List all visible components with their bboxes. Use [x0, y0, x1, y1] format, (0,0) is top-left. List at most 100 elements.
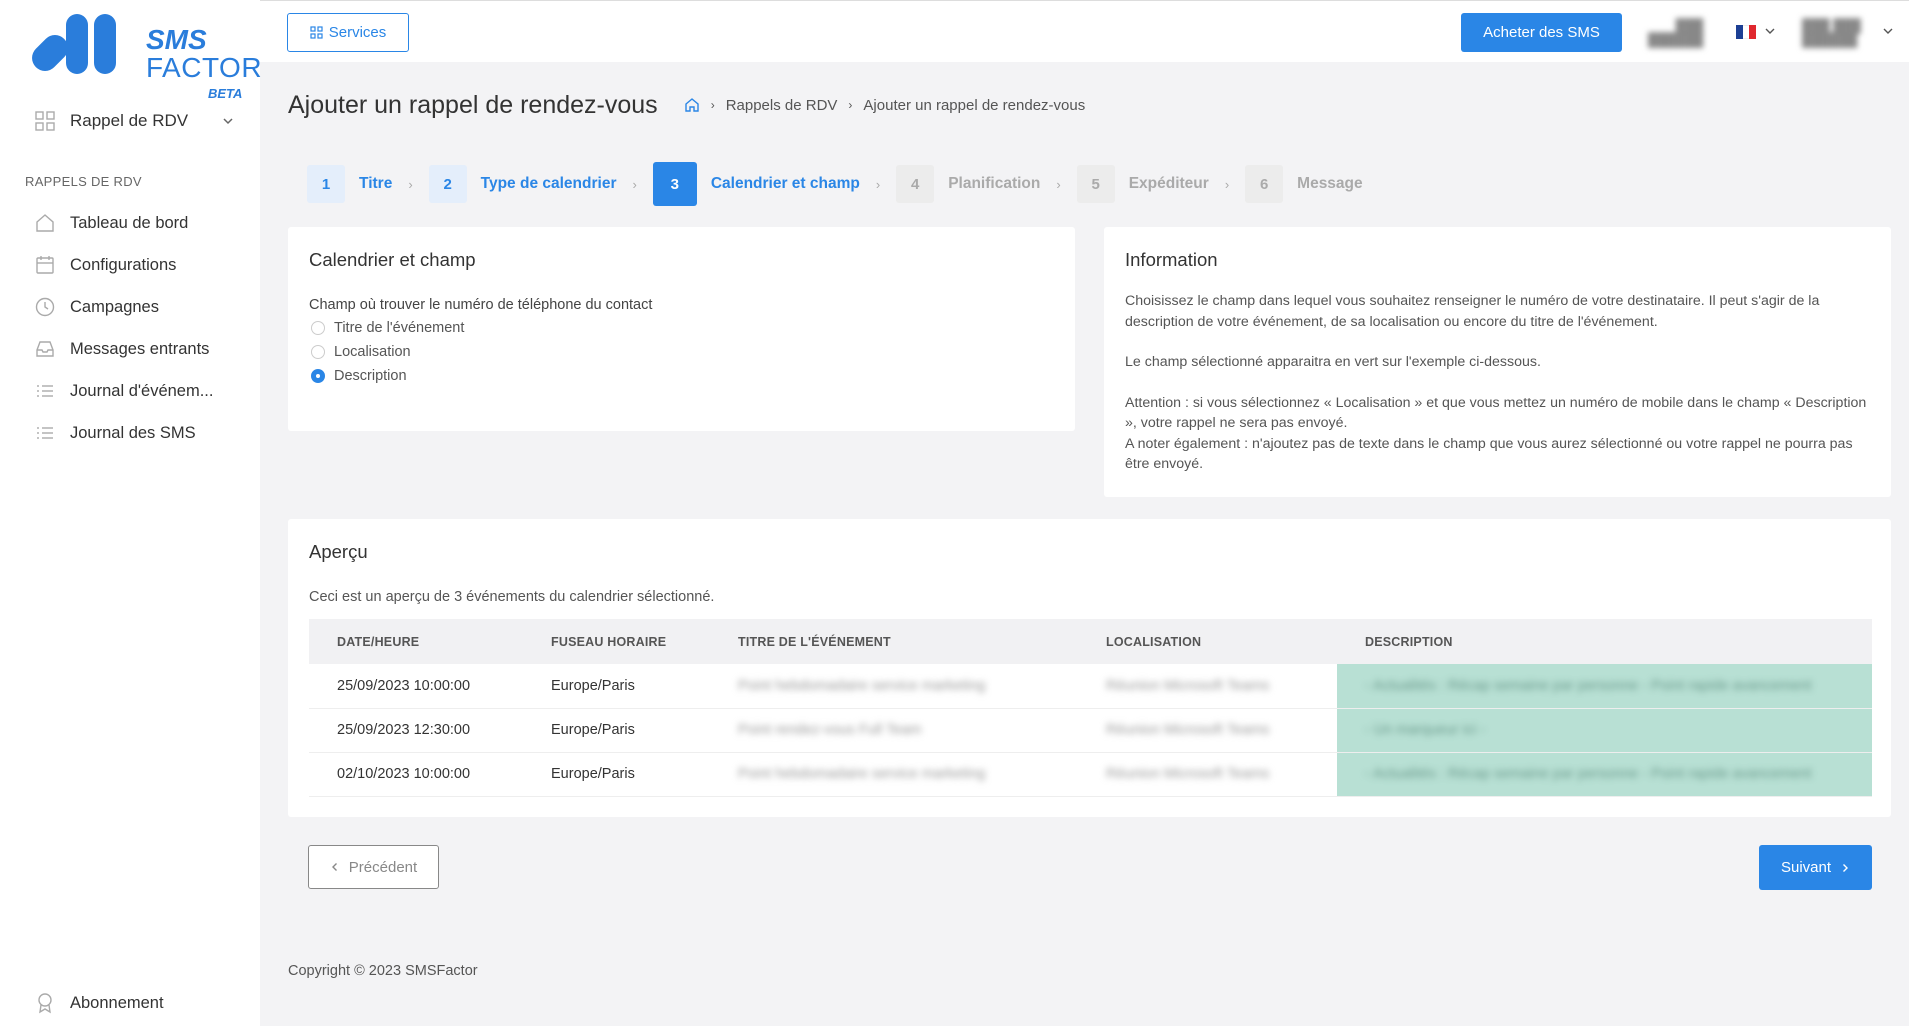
radio-option-title[interactable]: Titre de l'événement	[309, 319, 1054, 337]
chevron-left-icon	[331, 863, 337, 871]
next-button[interactable]: Suivant	[1759, 845, 1872, 890]
module-dropdown-label: Rappel de RDV	[70, 111, 189, 130]
breadcrumb-item[interactable]: Rappels de RDV	[726, 97, 838, 114]
card-title: Calendrier et champ	[309, 249, 476, 270]
buy-sms-button[interactable]: Acheter des SMS	[1461, 13, 1622, 52]
next-label: Suivant	[1780, 859, 1832, 876]
step-calendar-type[interactable]: 2 Type de calendrier	[428, 165, 616, 203]
info-paragraph: Attention : si vous sélectionnez « Local…	[1125, 394, 1867, 432]
cell-title: Point hebdomadaire service marketing	[710, 664, 1078, 709]
step-title[interactable]: 1 Titre	[307, 165, 392, 203]
chevron-right-icon: ›	[632, 176, 637, 192]
information-card: Information Choisissez le champ dans leq…	[1104, 227, 1891, 497]
cell-description-text: - Un marqueur ici -	[1365, 722, 1486, 738]
sidebar: SMS FACTOR BETA Rappel de RDV RAPPELS DE…	[0, 0, 262, 1026]
badge-icon	[38, 993, 52, 1014]
preview-subtitle: Ceci est un aperçu de 3 événements du ca…	[309, 589, 715, 605]
previous-button[interactable]: Précédent	[308, 845, 439, 889]
step-planning[interactable]: 4 Planification	[896, 165, 1040, 203]
sidebar-item-dashboard[interactable]: Tableau de bord	[34, 202, 244, 244]
sidebar-item-subscription[interactable]: Abonnement	[34, 992, 164, 1014]
user-line2: ██████	[1802, 32, 1858, 47]
breadcrumb-separator: ›	[848, 98, 853, 112]
table-row: 02/10/2023 10:00:00 Europe/Paris Point h…	[309, 752, 1872, 797]
column-header: LOCALISATION	[1106, 634, 1202, 649]
sidebar-item-event-log[interactable]: Journal d'événem...	[34, 370, 244, 412]
home-icon[interactable]	[684, 97, 700, 113]
services-label: Services	[328, 24, 387, 41]
copyright: Copyright © 2023 SMSFactor	[288, 963, 478, 979]
step-number: 4	[896, 165, 935, 203]
breadcrumb-separator: ›	[710, 98, 715, 112]
info-paragraph: A noter également : n'ajoutez pas de tex…	[1125, 435, 1853, 473]
sidebar-nav: Tableau de bord Configurations Campagnes…	[34, 202, 244, 454]
language-flag-icon[interactable]	[1736, 25, 1757, 39]
step-number: 6	[1245, 165, 1284, 203]
radio-button[interactable]	[311, 345, 325, 359]
cell-location: Réunion Microsoft Teams	[1078, 664, 1337, 709]
chevron-right-icon	[1843, 863, 1849, 872]
cell-date: 02/10/2023 10:00:00	[309, 752, 523, 797]
step-message[interactable]: 6 Message	[1245, 165, 1363, 203]
cell-description-text: - Actualités : Récap semaine par personn…	[1365, 677, 1812, 694]
step-sender[interactable]: 5 Expéditeur	[1076, 165, 1209, 203]
chevron-down-icon[interactable]	[1765, 27, 1775, 35]
logo[interactable]: SMS FACTOR BETA	[26, 10, 262, 101]
sidebar-item-incoming[interactable]: Messages entrants	[34, 328, 244, 370]
breadcrumb-item-current: Ajouter un rappel de rendez-vous	[863, 96, 1086, 114]
cell-title: Point rendez-vous Full Team	[710, 708, 1078, 753]
module-dropdown[interactable]: Rappel de RDV	[34, 106, 234, 136]
previous-label: Précédent	[348, 858, 418, 876]
account-line1: ███	[1675, 18, 1704, 33]
cell-title: Point hebdomadaire service marketing	[710, 752, 1078, 797]
cell-location: Réunion Microsoft Teams	[1078, 752, 1337, 797]
radio-option-location[interactable]: Localisation	[309, 343, 1054, 361]
chevron-down-icon	[223, 118, 233, 125]
logo-mark-icon	[32, 14, 116, 74]
cell-description-highlighted: - Actualités : Récap semaine par personn…	[1337, 664, 1872, 709]
radio-button[interactable]	[311, 321, 325, 335]
cell-title-text: Point hebdomadaire service marketing	[738, 677, 986, 694]
chevron-down-icon[interactable]	[1883, 27, 1893, 35]
page-title: Ajouter un rappel de rendez-vous	[288, 90, 658, 119]
grid-icon	[310, 26, 323, 39]
radio-label: Description	[334, 368, 407, 384]
account-info[interactable]: ███ ██████	[1648, 19, 1703, 47]
cell-location-text: Réunion Microsoft Teams	[1106, 766, 1270, 782]
column-header: DATE/HEURE	[337, 634, 420, 649]
table-header-row: DATE/HEURE FUSEAU HORAIRE TITRE DE L'ÉVÉ…	[309, 619, 1872, 664]
cell-timezone: Europe/Paris	[523, 752, 710, 797]
title-row: Ajouter un rappel de rendez-vous › Rappe…	[288, 88, 1085, 122]
cell-location-text: Réunion Microsoft Teams	[1106, 722, 1270, 738]
sidebar-item-label: Campagnes	[70, 297, 159, 316]
inbox-icon	[36, 341, 54, 357]
sidebar-item-configurations[interactable]: Configurations	[34, 244, 244, 286]
step-number: 1	[307, 165, 345, 203]
radio-option-description[interactable]: Description	[309, 367, 1054, 385]
step-calendar-field[interactable]: 3 Calendrier et champ	[652, 162, 860, 206]
table-row: 25/09/2023 10:00:00 Europe/Paris Point h…	[309, 664, 1872, 709]
info-text: Choisissez le champ dans lequel vous sou…	[1125, 291, 1870, 475]
topbar: Services Acheter des SMS ███ ██████ ███ …	[260, 0, 1909, 62]
radio-button-selected[interactable]	[311, 369, 325, 383]
sidebar-item-campaigns[interactable]: Campagnes	[34, 286, 244, 328]
list-icon	[37, 427, 53, 439]
breadcrumb: › Rappels de RDV › Ajouter un rappel de …	[684, 96, 1086, 114]
user-menu[interactable]: ███ ███ ██████	[1802, 19, 1861, 47]
step-number: 2	[428, 165, 467, 203]
calendar-field-card: Calendrier et champ Champ où trouver le …	[288, 227, 1075, 431]
logo-sms: SMS	[146, 24, 207, 55]
sidebar-item-sms-log[interactable]: Journal des SMS	[34, 412, 244, 454]
cell-date: 25/09/2023 10:00:00	[309, 664, 523, 709]
services-button[interactable]: Services	[287, 13, 409, 52]
step-label: Expéditeur	[1128, 175, 1209, 192]
cell-title-text: Point rendez-vous Full Team	[738, 722, 922, 738]
cell-timezone: Europe/Paris	[523, 708, 710, 753]
card-title: Information	[1125, 249, 1218, 270]
chevron-right-icon: ›	[1056, 176, 1061, 192]
info-paragraph: Le champ sélectionné apparaitra en vert …	[1125, 354, 1541, 370]
cell-description-highlighted: - Actualités : Récap semaine par personn…	[1337, 752, 1872, 797]
sidebar-item-label: Configurations	[70, 255, 177, 274]
grid-icon	[35, 111, 55, 131]
table-row: 25/09/2023 12:30:00 Europe/Paris Point r…	[309, 708, 1872, 753]
